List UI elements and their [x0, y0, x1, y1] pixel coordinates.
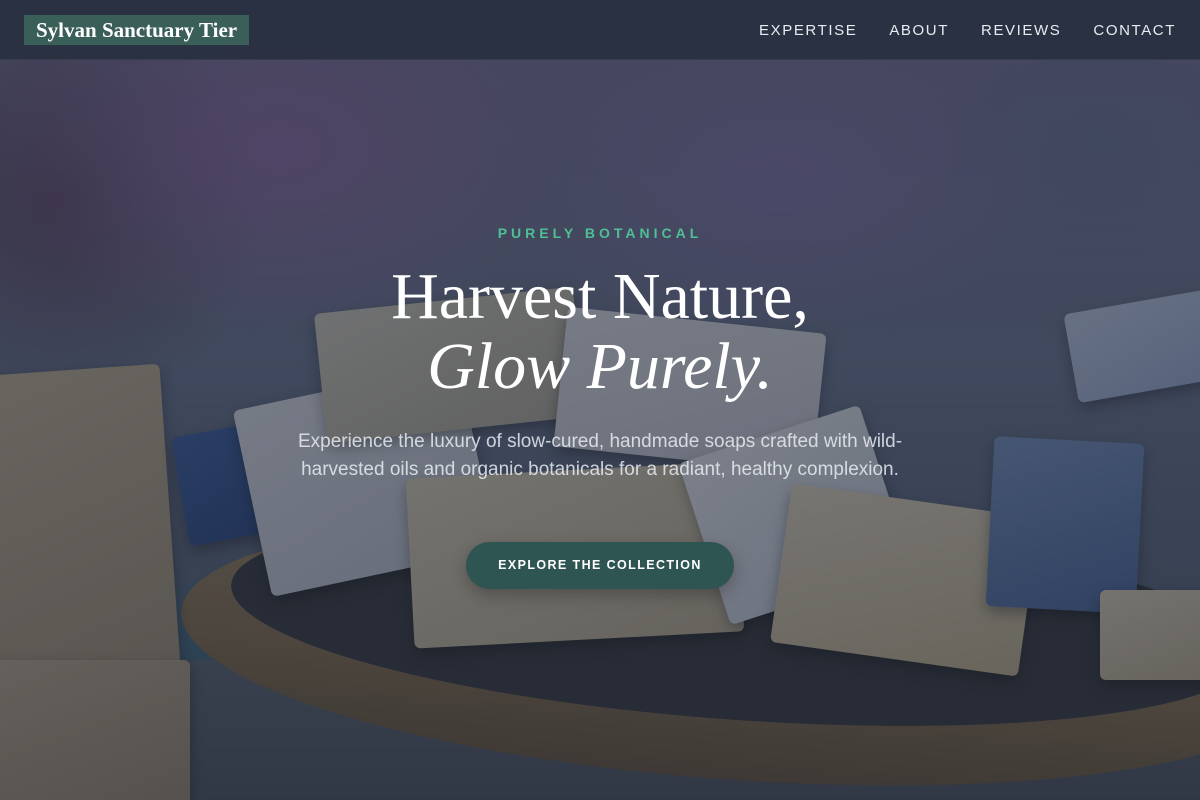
explore-collection-button[interactable]: EXPLORE THE COLLECTION — [466, 542, 734, 589]
hero-section: PURELY BOTANICAL Harvest Nature, Glow Pu… — [0, 0, 1200, 800]
page: Sylvan Sanctuary Tier EXPERTISE ABOUT RE… — [0, 0, 1200, 800]
hero-description: Experience the luxury of slow-cured, han… — [297, 431, 903, 480]
main-nav: EXPERTISE ABOUT REVIEWS CONTACT — [759, 0, 1176, 60]
nav-link-reviews[interactable]: REVIEWS — [981, 22, 1061, 39]
nav-link-about[interactable]: ABOUT — [889, 22, 949, 39]
nav-link-expertise[interactable]: EXPERTISE — [759, 22, 857, 39]
hero-eyebrow: PURELY BOTANICAL — [497, 225, 703, 241]
hero-headline: Harvest Nature, Glow Purely. — [0, 262, 1200, 402]
brand-logo[interactable]: Sylvan Sanctuary Tier — [24, 15, 250, 45]
nav-link-contact[interactable]: CONTACT — [1093, 22, 1176, 39]
hero-headline-line1: Harvest Nature, — [391, 260, 809, 333]
top-navigation-bar: Sylvan Sanctuary Tier EXPERTISE ABOUT RE… — [0, 0, 1200, 60]
hero-headline-line2: Glow Purely. — [427, 330, 773, 403]
